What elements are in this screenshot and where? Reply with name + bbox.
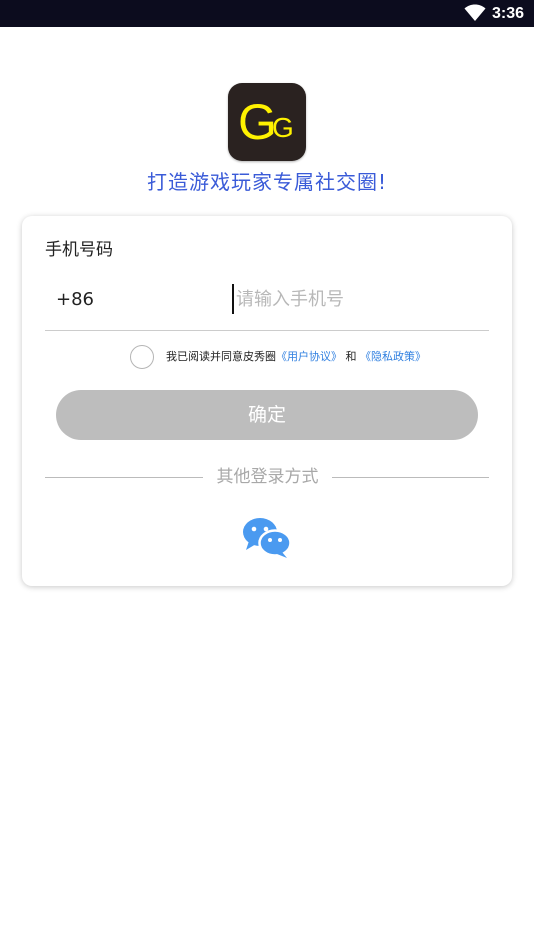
wechat-icon[interactable] bbox=[242, 517, 292, 559]
agreement-text: 我已阅读并同意皮秀圈《用户协议》 和 《隐私政策》 bbox=[166, 350, 426, 364]
country-code[interactable]: +86 bbox=[56, 288, 94, 312]
input-underline bbox=[45, 330, 489, 331]
login-card: 手机号码 +86 我已阅读并同意皮秀圈《用户协议》 和 《隐私政策》 确定 其他… bbox=[22, 216, 512, 586]
status-time: 3:36 bbox=[491, 5, 524, 22]
confirm-button[interactable]: 确定 bbox=[56, 390, 478, 440]
phone-input[interactable] bbox=[232, 284, 486, 314]
phone-number-label: 手机号码 bbox=[45, 240, 113, 260]
user-agreement-link[interactable]: 《用户协议》 bbox=[276, 350, 342, 363]
agreement-prefix: 我已阅读并同意皮秀圈 bbox=[166, 350, 276, 363]
app-logo: G G bbox=[228, 83, 306, 161]
agreement-conjunction: 和 bbox=[345, 350, 357, 363]
status-bar: 3:36 bbox=[0, 0, 534, 27]
divider-left bbox=[45, 477, 203, 478]
divider-right bbox=[332, 477, 489, 478]
wifi-icon bbox=[464, 4, 486, 21]
logo-letter-small: G bbox=[272, 112, 294, 143]
other-login-label: 其他登录方式 bbox=[216, 467, 319, 487]
agreement-checkbox[interactable] bbox=[130, 345, 154, 369]
app-slogan: 打造游戏玩家专属社交圈! bbox=[146, 170, 388, 194]
privacy-policy-link[interactable]: 《隐私政策》 bbox=[360, 350, 426, 363]
